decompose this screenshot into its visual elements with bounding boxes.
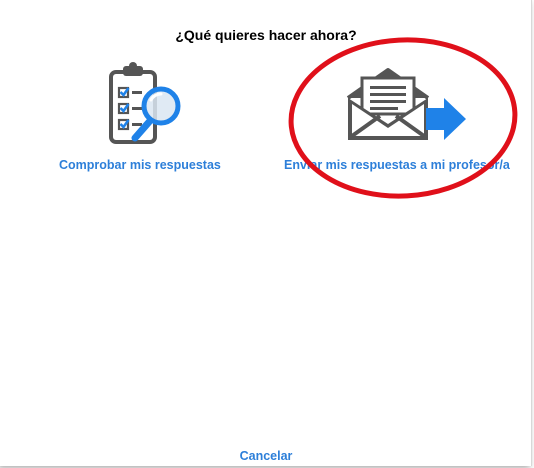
dialog-title: ¿Qué quieres hacer ahora? [175,27,357,43]
check-answers-label[interactable]: Comprobar mis respuestas [59,158,221,172]
action-dialog: ¿Qué quieres hacer ahora? Comprobar mis [0,0,532,466]
send-answers-option[interactable]: Enviar mis respuestas a mi profesor/a [278,60,532,190]
clipboard-check-magnifier-icon[interactable] [105,62,189,146]
check-answers-option[interactable]: Comprobar mis respuestas [55,60,245,190]
cancel-button-label[interactable]: Cancelar [240,449,293,463]
send-answers-label[interactable]: Enviar mis respuestas a mi profesor/a [284,158,510,172]
envelope-send-arrow-icon[interactable] [344,64,470,144]
cancel-button[interactable]: Cancelar [0,449,532,463]
